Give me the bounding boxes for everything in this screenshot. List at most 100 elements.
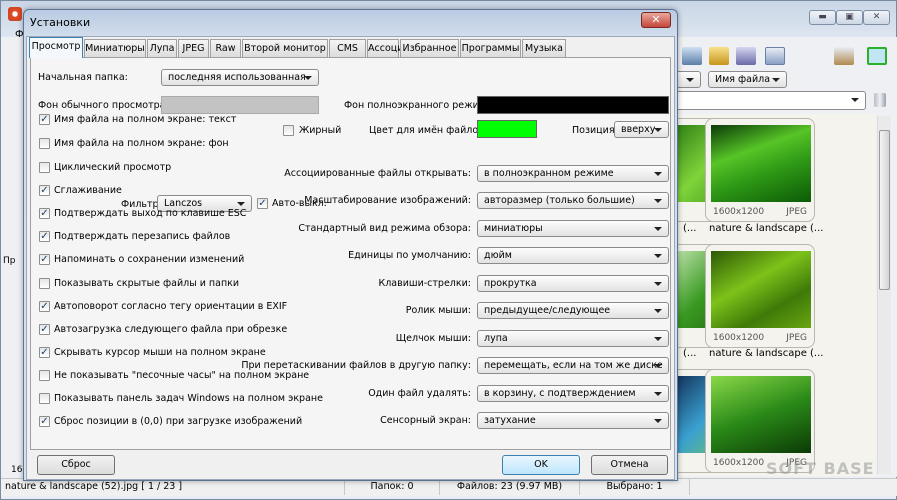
setting-label: Сенсорный экран: <box>380 415 471 426</box>
dialog-close-button[interactable]: ✕ <box>641 12 671 28</box>
option-label: Подтверждать выход по клавише ESC <box>54 208 247 219</box>
tab-4[interactable]: Raw <box>210 39 241 57</box>
settings-dialog: Установки ✕ Просмотр Миниатюры Лупа JPEG Raw… <box>23 9 678 481</box>
option-checkbox[interactable] <box>39 162 50 173</box>
setting-label: Ролик мыши: <box>405 305 471 316</box>
option-checkbox[interactable] <box>39 393 50 404</box>
bg-normal-label: Фон обычного просмотра: <box>38 100 169 111</box>
setting-label: При перетаскивании файлов в другую папку… <box>241 360 471 371</box>
thumbnail-name: (... <box>683 348 697 359</box>
scrollbar[interactable] <box>877 116 891 474</box>
setting-label: Стандартный вид режима обзора: <box>298 223 471 234</box>
tab-8[interactable]: Избранное <box>400 39 459 57</box>
status-selected: Выбрано: 1 <box>580 479 690 495</box>
watermark: SOFT BASE <box>766 459 875 478</box>
setting-combo[interactable]: прокрутка <box>477 275 669 292</box>
minimize-button[interactable]: ▬ <box>809 10 836 25</box>
app-icon <box>8 7 22 21</box>
setting-label: Один файл удалять: <box>368 388 471 399</box>
option-label: Не показывать "песочные часы" на полном … <box>54 370 310 381</box>
option-label: Циклический просмотр <box>54 162 172 173</box>
tab-6[interactable]: CMS <box>329 39 366 57</box>
option-label: Сглаживание <box>54 185 122 196</box>
dialog-title: Установки <box>30 16 91 29</box>
tab-10[interactable]: Музыка <box>522 39 566 57</box>
close-window-button[interactable]: ✕ <box>863 10 890 25</box>
setting-combo[interactable]: дюйм <box>477 247 669 264</box>
bold-checkbox[interactable] <box>283 125 294 136</box>
fullscreen-icon[interactable] <box>867 47 887 65</box>
option-checkbox[interactable]: ✓ <box>39 114 50 125</box>
thumbnail[interactable]: 1600x1200 JPEG <box>705 118 815 222</box>
option-checkbox[interactable]: ✓ <box>39 324 50 335</box>
side-count: 16 <box>11 465 23 475</box>
status-files: Файлов: 23 (9.97 MB) <box>440 479 580 495</box>
setting-label: Клавиши-стрелки: <box>378 278 471 289</box>
path-combo[interactable] <box>661 91 866 110</box>
option-label: Скрывать курсор мыши на полном экране <box>54 347 266 358</box>
position-label: Позиция: <box>572 125 618 136</box>
bg-full-swatch[interactable] <box>477 96 669 114</box>
setting-combo[interactable]: лупа <box>477 330 669 347</box>
ok-button[interactable]: OK <box>502 455 580 475</box>
tab-7[interactable]: Ассоциации <box>367 39 428 57</box>
option-label: Имя файла на полном экране: фон <box>54 138 229 149</box>
sort-combo[interactable]: Имя файла <box>708 71 787 88</box>
tab-2[interactable]: Лупа <box>147 39 177 57</box>
cancel-button[interactable]: Отмена <box>591 455 668 475</box>
scanner-icon[interactable] <box>682 47 702 65</box>
tab-content: Начальная папка: последняя использованна… <box>30 57 671 450</box>
tab-0[interactable]: Просмотр <box>29 37 83 58</box>
side-panel-tab[interactable]: Пр <box>3 256 15 266</box>
setting-label: Ассоциированные файлы открывать: <box>284 168 471 179</box>
option-checkbox[interactable] <box>39 138 50 149</box>
batch-check-icon[interactable] <box>765 47 785 65</box>
option-checkbox[interactable] <box>39 278 50 289</box>
maximize-button[interactable]: ▣ <box>836 10 863 25</box>
option-checkbox[interactable] <box>39 370 50 381</box>
option-checkbox[interactable]: ✓ <box>39 208 50 219</box>
bg-full-label: Фон полноэкранного режима: <box>344 100 495 111</box>
setting-label: Единицы по умолчанию: <box>348 250 471 261</box>
print-icon[interactable] <box>736 47 756 65</box>
email-icon[interactable] <box>709 47 729 65</box>
dialog-panel: Просмотр Миниатюры Лупа JPEG Raw Второй монит… <box>26 36 675 480</box>
layout-icon[interactable] <box>834 47 854 65</box>
setting-label: Щелчок мыши: <box>395 333 471 344</box>
position-combo[interactable]: вверху <box>614 121 669 138</box>
scrollbar-thumb[interactable] <box>879 130 890 290</box>
tab-3[interactable]: JPEG <box>178 39 209 57</box>
status-folders: Папок: 0 <box>345 479 440 495</box>
status-file: nature & landscape (52).jpg [ 1 / 23 ] <box>5 479 345 495</box>
start-folder-combo[interactable]: последняя использованная <box>161 69 319 86</box>
thumbnail[interactable]: 1600x1200 JPEG <box>705 244 815 348</box>
tab-1[interactable]: Миниатюры <box>84 39 146 57</box>
setting-combo[interactable]: предыдущее/следующее <box>477 302 669 319</box>
option-checkbox[interactable]: ✓ <box>39 185 50 196</box>
thumbnail[interactable]: 1600x1200 JPEG <box>705 369 815 473</box>
setting-combo[interactable]: перемещать, если на том же диске <box>477 357 669 374</box>
tab-9[interactable]: Программы <box>460 39 521 57</box>
option-checkbox[interactable]: ✓ <box>39 347 50 358</box>
thumbnail-name: nature & landscape (... <box>709 223 824 234</box>
option-checkbox[interactable]: ✓ <box>39 231 50 242</box>
option-checkbox[interactable]: ✓ <box>39 254 50 265</box>
option-checkbox[interactable]: ✓ <box>39 416 50 427</box>
thumbnail-name: nature & landscape (... <box>709 348 824 359</box>
reset-button[interactable]: Сброс <box>37 455 115 475</box>
bold-label: Жирный <box>299 125 342 136</box>
setting-combo[interactable]: затухание <box>477 412 669 429</box>
setting-combo[interactable]: авторазмер (только большие) <box>477 192 669 209</box>
setting-combo[interactable]: в полноэкранном режиме <box>477 165 669 182</box>
option-checkbox[interactable]: ✓ <box>39 301 50 312</box>
setting-combo[interactable]: в корзину, с подтверждением <box>477 385 669 402</box>
name-color-swatch[interactable] <box>477 120 537 138</box>
tab-5[interactable]: Второй монитор <box>242 39 328 57</box>
setting-label: Масштабирование изображений: <box>304 195 471 206</box>
name-color-label: Цвет для имён файлов: <box>369 125 487 136</box>
trash-icon[interactable] <box>874 93 886 107</box>
thumbnail-name: (... <box>683 223 697 234</box>
start-folder-label: Начальная папка: <box>38 72 128 83</box>
setting-combo[interactable]: миниатюры <box>477 220 669 237</box>
bg-normal-swatch[interactable] <box>161 96 319 114</box>
